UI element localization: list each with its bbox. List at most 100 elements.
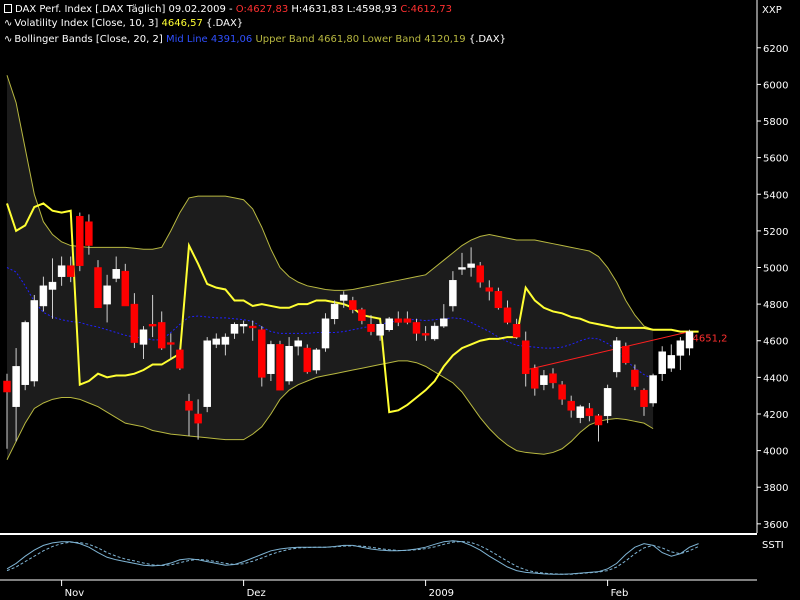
candle-body xyxy=(413,322,420,333)
price-marker-label: 4651,2 xyxy=(693,334,728,345)
y-tick-label: 5800 xyxy=(763,117,788,128)
candle xyxy=(176,348,183,370)
candle-body xyxy=(240,324,247,326)
candle xyxy=(31,295,38,387)
candle-body xyxy=(559,385,566,400)
candle xyxy=(386,317,393,332)
candle-body xyxy=(477,266,484,282)
stochastic-k-line xyxy=(7,541,699,574)
candle-body xyxy=(131,304,138,342)
candle-body xyxy=(349,300,356,309)
candle-body xyxy=(4,381,11,392)
candle-body xyxy=(31,300,38,381)
y-tick-label: 6200 xyxy=(763,44,788,55)
candle-body xyxy=(631,370,638,386)
candle-body xyxy=(522,341,529,374)
y-tick-label: 6000 xyxy=(763,80,788,91)
candle-body xyxy=(459,268,466,270)
y-axis-unit-label: XXP xyxy=(762,5,782,16)
candle-body xyxy=(604,388,611,415)
candle-body xyxy=(486,288,493,292)
chart-canvas: 4651,2 XXP360038004000420044004600480050… xyxy=(0,0,800,600)
candle-body xyxy=(586,408,593,415)
candle-body xyxy=(158,322,165,348)
candle-body xyxy=(449,280,456,306)
candle xyxy=(313,348,320,374)
candle-body xyxy=(13,366,20,406)
candle-body xyxy=(550,374,557,383)
candle-body xyxy=(440,319,447,326)
candle-body xyxy=(404,319,411,323)
candle-body xyxy=(577,407,584,418)
y-tick-label: 3800 xyxy=(763,483,788,494)
candle-body xyxy=(231,324,238,333)
candle-body xyxy=(531,368,538,388)
candle-body xyxy=(386,319,393,330)
candle-body xyxy=(622,346,629,362)
y-tick-label: 4600 xyxy=(763,337,788,348)
x-tick-label: 2009 xyxy=(429,588,454,599)
candle-body xyxy=(22,322,29,384)
candle-body xyxy=(368,324,375,331)
x-tick-label: Nov xyxy=(65,588,85,599)
candle-body xyxy=(267,344,274,373)
candle-body xyxy=(641,390,648,406)
candle-body xyxy=(67,266,74,277)
candle-body xyxy=(186,401,193,410)
candle-body xyxy=(213,339,220,344)
candle-body xyxy=(677,341,684,356)
candle xyxy=(613,337,620,377)
y-tick-label: 5200 xyxy=(763,227,788,238)
stochastic-panel: SSTI xyxy=(7,540,784,574)
candle-body xyxy=(431,326,438,339)
candle-body xyxy=(258,330,265,378)
y-tick-label: 5400 xyxy=(763,190,788,201)
candle-body xyxy=(468,264,475,268)
candle-body xyxy=(49,282,56,289)
candle-body xyxy=(422,333,429,335)
candle xyxy=(322,313,329,351)
x-tick-label: Dez xyxy=(247,588,266,599)
y-tick-label: 4000 xyxy=(763,447,788,458)
candle xyxy=(650,374,657,407)
candle-body xyxy=(286,346,293,381)
candle-body xyxy=(395,319,402,323)
candle-body xyxy=(595,416,602,425)
candle-body xyxy=(58,266,65,277)
candle xyxy=(668,344,675,371)
candle-body xyxy=(149,324,156,326)
candle-body xyxy=(195,414,202,423)
candle-body xyxy=(377,324,384,335)
candle-body xyxy=(113,269,120,278)
candle xyxy=(304,344,311,373)
candle xyxy=(22,321,29,391)
candle-body xyxy=(495,291,502,307)
candle-body xyxy=(167,343,174,345)
candle-body xyxy=(686,332,693,348)
x-axis: NovDez2009Feb xyxy=(0,580,757,599)
y-tick-label: 4400 xyxy=(763,373,788,384)
candle-body xyxy=(295,341,302,346)
candle-body xyxy=(40,286,47,306)
candle xyxy=(204,337,211,412)
candle-body xyxy=(340,295,347,300)
y-tick-label: 3600 xyxy=(763,520,788,531)
candle-body xyxy=(222,337,229,344)
candle-body xyxy=(304,348,311,372)
sub-panel-label: SSTI xyxy=(762,540,784,551)
candle-body xyxy=(140,330,147,345)
y-tick-label: 5000 xyxy=(763,264,788,275)
candle-body xyxy=(358,310,365,321)
candle xyxy=(686,330,693,356)
candle xyxy=(595,414,602,441)
candle-body xyxy=(122,271,129,306)
candle-body xyxy=(176,350,183,368)
candle-body xyxy=(322,319,329,348)
candle-body xyxy=(659,352,666,374)
candle-body xyxy=(568,401,575,410)
candle-body xyxy=(85,222,92,246)
candle-body xyxy=(650,376,657,403)
y-tick-label: 4200 xyxy=(763,410,788,421)
bollinger-fill xyxy=(7,75,653,460)
candle-body xyxy=(504,308,511,323)
